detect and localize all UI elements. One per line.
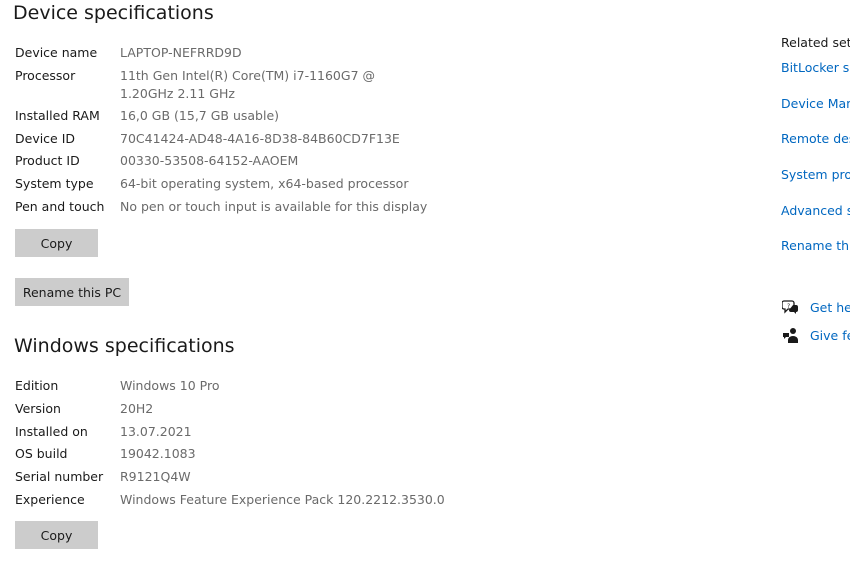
spec-value: R9121Q4W bbox=[120, 469, 191, 484]
spec-row-device-id: Device ID 70C41424-AD48-4A16-8D38-84B60C… bbox=[15, 130, 435, 148]
spec-value: 64-bit operating system, x64-based proce… bbox=[120, 176, 409, 191]
spec-row-processor: Processor 11th Gen Intel(R) Core(TM) i7-… bbox=[15, 67, 430, 103]
copy-device-specs-button[interactable]: Copy bbox=[15, 229, 98, 257]
spec-row-installed-ram: Installed RAM 16,0 GB (15,7 GB usable) bbox=[15, 107, 435, 125]
give-feedback-icon bbox=[781, 326, 799, 344]
spec-value: 20H2 bbox=[120, 401, 154, 416]
spec-value: LAPTOP-NEFRRD9D bbox=[120, 45, 242, 60]
spec-row-os-build: OS build 19042.1083 bbox=[15, 445, 435, 463]
spec-value: 11th Gen Intel(R) Core(TM) i7-1160G7 @ 1… bbox=[120, 68, 375, 101]
spec-label: Version bbox=[15, 401, 61, 416]
spec-label: Device name bbox=[15, 45, 98, 60]
bitlocker-settings-link[interactable]: BitLocker se bbox=[781, 60, 850, 75]
spec-label: OS build bbox=[15, 446, 68, 461]
spec-value: 19042.1083 bbox=[120, 446, 196, 461]
rename-pc-button[interactable]: Rename this PC bbox=[15, 278, 129, 306]
advanced-system-settings-link[interactable]: Advanced sy bbox=[781, 203, 850, 218]
spec-label: Device ID bbox=[15, 131, 76, 146]
spec-row-product-id: Product ID 00330-53508-64152-AAOEM bbox=[15, 152, 435, 170]
spec-label: Serial number bbox=[15, 469, 104, 484]
spec-value: 13.07.2021 bbox=[120, 424, 192, 439]
system-protection-link[interactable]: System prote bbox=[781, 167, 850, 182]
spec-row-device-name: Device name LAPTOP-NEFRRD9D bbox=[15, 44, 435, 62]
spec-label: System type bbox=[15, 176, 94, 191]
about-page: Device specifications Device name LAPTOP… bbox=[0, 0, 850, 561]
copy-windows-specs-button[interactable]: Copy bbox=[15, 521, 98, 549]
windows-specifications-heading: Windows specifications bbox=[14, 335, 235, 357]
spec-label: Pen and touch bbox=[15, 199, 105, 214]
get-help-label: Get hel bbox=[810, 299, 850, 315]
spec-row-serial-number: Serial number R9121Q4W bbox=[15, 468, 435, 486]
spec-label: Product ID bbox=[15, 153, 80, 168]
spec-row-version: Version 20H2 bbox=[15, 400, 435, 418]
device-specifications-heading: Device specifications bbox=[13, 2, 214, 24]
spec-value: Windows 10 Pro bbox=[120, 378, 220, 393]
spec-row-system-type: System type 64-bit operating system, x64… bbox=[15, 175, 450, 193]
spec-label: Processor bbox=[15, 68, 76, 83]
give-feedback-label: Give fe bbox=[810, 327, 850, 343]
spec-row-pen-and-touch: Pen and touch No pen or touch input is a… bbox=[15, 198, 500, 216]
spec-row-installed-on: Installed on 13.07.2021 bbox=[15, 423, 435, 441]
related-settings-heading: Related setti bbox=[781, 35, 850, 50]
give-feedback-link[interactable]: Give fe bbox=[781, 326, 850, 344]
spec-label: Edition bbox=[15, 378, 59, 393]
spec-row-experience: Experience Windows Feature Experience Pa… bbox=[15, 491, 500, 509]
spec-value: Windows Feature Experience Pack 120.2212… bbox=[120, 492, 445, 507]
svg-text:?: ? bbox=[787, 303, 790, 310]
spec-value: 00330-53508-64152-AAOEM bbox=[120, 153, 299, 168]
remote-desktop-link[interactable]: Remote desk bbox=[781, 131, 850, 146]
spec-row-edition: Edition Windows 10 Pro bbox=[15, 377, 435, 395]
spec-label: Installed RAM bbox=[15, 108, 100, 123]
spec-value: No pen or touch input is available for t… bbox=[120, 199, 428, 214]
get-help-icon: ? bbox=[781, 298, 799, 316]
spec-value: 70C41424-AD48-4A16-8D38-84B60CD7F13E bbox=[120, 131, 400, 146]
spec-label: Experience bbox=[15, 492, 85, 507]
get-help-link[interactable]: ? Get hel bbox=[781, 298, 850, 316]
spec-label: Installed on bbox=[15, 424, 88, 439]
spec-value: 16,0 GB (15,7 GB usable) bbox=[120, 108, 280, 123]
rename-this-pc-link[interactable]: Rename this bbox=[781, 238, 850, 253]
device-manager-link[interactable]: Device Mana bbox=[781, 96, 850, 111]
